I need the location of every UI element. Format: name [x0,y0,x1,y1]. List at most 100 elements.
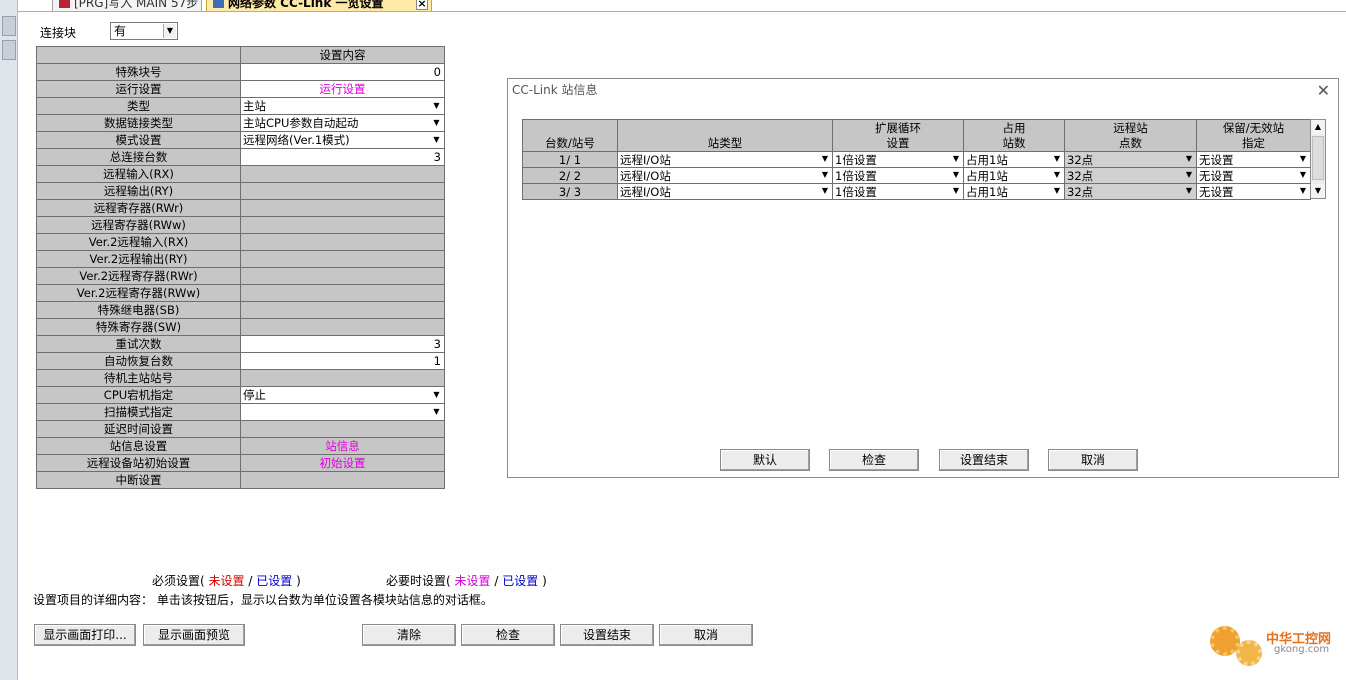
row-label: 中断设置 [36,471,241,489]
special-block-number-input[interactable]: 0 [240,63,445,81]
auto-recovery-input[interactable]: 1 [240,352,445,370]
close-icon[interactable]: × [416,0,428,10]
operation-settings-button[interactable]: 运行设置 [240,80,445,98]
scroll-down-icon[interactable]: ▼ [1311,184,1325,198]
row-label: 站信息设置 [36,437,241,455]
special-relay-cell [240,301,445,319]
optional-legend: 必要时设置( 未设置 / 已设置 ) [386,574,547,588]
chevron-down-icon: ▼ [1053,186,1061,195]
scroll-up-icon[interactable]: ▲ [1311,120,1325,134]
table-row: 3/ 3 远程I/O站 ▼ 1倍设置 ▼ 占用1站 ▼ 32点 ▼ 无设置 ▼ [522,183,1311,200]
expanded-cycle-select[interactable]: 1倍设置 ▼ [832,183,964,200]
row-label: 类型 [36,97,241,115]
check-button[interactable]: 检查 [461,624,555,646]
row-label: CPU宕机指定 [36,386,241,404]
occupied-stations-select[interactable]: 占用1站 ▼ [963,151,1065,168]
column-header: 站类型 [617,119,833,152]
row-label: 待机主站站号 [36,369,241,387]
default-button[interactable]: 默认 [720,449,810,471]
column-header: 远程站 点数 [1064,119,1197,152]
close-icon[interactable]: ✕ [1317,81,1330,100]
chevron-down-icon: ▼ [821,170,829,179]
row-label: Ver.2远程寄存器(RWr) [36,267,241,285]
row-label: 扫描模式指定 [36,403,241,421]
chevron-down-icon: ▼ [163,24,176,38]
station-info-button[interactable]: 站信息 [240,437,445,455]
scroll-thumb[interactable] [1312,136,1324,180]
corner-cell [36,46,241,64]
cancel-button[interactable]: 取消 [659,624,753,646]
v2-remote-register-rwr-cell [240,267,445,285]
preview-screen-button[interactable]: 显示画面预览 [143,624,245,646]
block-count-label: 连接块 [40,26,77,40]
column-header: 扩展循环 设置 [832,119,964,152]
column-header: 占用 站数 [963,119,1065,152]
initial-settings-button[interactable]: 初始设置 [240,454,445,472]
retry-count-input[interactable]: 3 [240,335,445,353]
table-row: 1/ 1 远程I/O站 ▼ 1倍设置 ▼ 占用1站 ▼ 32点 ▼ 无设置 ▼ [522,151,1311,168]
column-header: 设置内容 [240,46,445,64]
chevron-down-icon: ▼ [433,101,440,110]
dialog-end-setting-button[interactable]: 设置结束 [939,449,1029,471]
cpu-down-select[interactable]: 停止 ▼ [240,386,445,404]
station-number: 3/ 3 [522,183,618,200]
tab-program[interactable]: [PRG]写入 MAIN 57步 [52,0,202,11]
reserve-select[interactable]: 无设置 ▼ [1196,151,1311,168]
row-label: 远程设备站初始设置 [36,454,241,472]
block-count-select[interactable]: 有 ▼ [110,22,178,40]
expanded-cycle-select[interactable]: 1倍设置 ▼ [832,151,964,168]
total-stations-input[interactable]: 3 [240,148,445,166]
occupied-stations-select[interactable]: 占用1站 ▼ [963,167,1065,184]
data-link-type-select[interactable]: 主站CPU参数自动起动 ▼ [240,114,445,132]
station-type-select[interactable]: 远程I/O站 ▼ [617,167,833,184]
dialog-check-button[interactable]: 检查 [829,449,919,471]
dialog-cancel-button[interactable]: 取消 [1048,449,1138,471]
station-type-select[interactable]: 远程I/O站 ▼ [617,151,833,168]
occupied-stations-select[interactable]: 占用1站 ▼ [963,183,1065,200]
remote-points-select[interactable]: 32点 ▼ [1064,151,1197,168]
row-label: Ver.2远程输入(RX) [36,233,241,251]
left-strip-button[interactable] [2,40,16,60]
table-scrollbar[interactable]: ▲ ▼ [1310,119,1326,199]
row-label: 远程寄存器(RWr) [36,199,241,217]
row-label: 特殊块号 [36,63,241,81]
remote-points-select[interactable]: 32点 ▼ [1064,183,1197,200]
chevron-down-icon: ▼ [433,118,440,127]
chevron-down-icon: ▼ [1053,170,1061,179]
standby-master-cell [240,369,445,387]
column-header: 台数/站号 [522,119,618,152]
station-type-select[interactable]: 远程I/O站 ▼ [617,183,833,200]
dialog-title: CC-Link 站信息 [512,83,598,97]
print-screen-button[interactable]: 显示画面打印... [34,624,136,646]
scan-mode-select[interactable]: ▼ [240,403,445,421]
end-setting-button[interactable]: 设置结束 [560,624,654,646]
chevron-down-icon: ▼ [1185,154,1193,163]
chevron-down-icon: ▼ [821,154,829,163]
remote-register-rwr-cell [240,199,445,217]
chevron-down-icon: ▼ [433,135,440,144]
reserve-select[interactable]: 无设置 ▼ [1196,183,1311,200]
delay-time-cell [240,420,445,438]
clear-button[interactable]: 清除 [362,624,456,646]
station-info-dialog: CC-Link 站信息 ✕ 台数/站号 站类型 扩展循环 设置 占用 站数 远程站点… [507,78,1339,478]
v2-remote-output-cell [240,250,445,268]
chevron-down-icon: ▼ [433,390,440,399]
chevron-down-icon: ▼ [1299,170,1307,179]
mode-select[interactable]: 远程网络(Ver.1模式) ▼ [240,131,445,149]
special-register-cell [240,318,445,336]
tab-network-params[interactable]: 网络参数 CC-Link 一览设置 × [206,0,432,11]
table-row: 2/ 2 远程I/O站 ▼ 1倍设置 ▼ 占用1站 ▼ 32点 ▼ 无设置 ▼ [522,167,1311,184]
row-label: Ver.2远程寄存器(RWw) [36,284,241,302]
expanded-cycle-select[interactable]: 1倍设置 ▼ [832,167,964,184]
row-label: 远程输入(RX) [36,165,241,183]
parameter-table: 设置内容 特殊块号 0 运行设置 运行设置 类型 主站 ▼ 数据链接类型 主站CP… [36,46,445,489]
row-label: 特殊寄存器(SW) [36,318,241,336]
chevron-down-icon: ▼ [1053,154,1061,163]
network-icon [213,0,224,8]
reserve-select[interactable]: 无设置 ▼ [1196,167,1311,184]
row-label: 特殊继电器(SB) [36,301,241,319]
type-select[interactable]: 主站 ▼ [240,97,445,115]
left-strip-button[interactable] [2,16,16,36]
station-number: 2/ 2 [522,167,618,184]
remote-points-select[interactable]: 32点 ▼ [1064,167,1197,184]
